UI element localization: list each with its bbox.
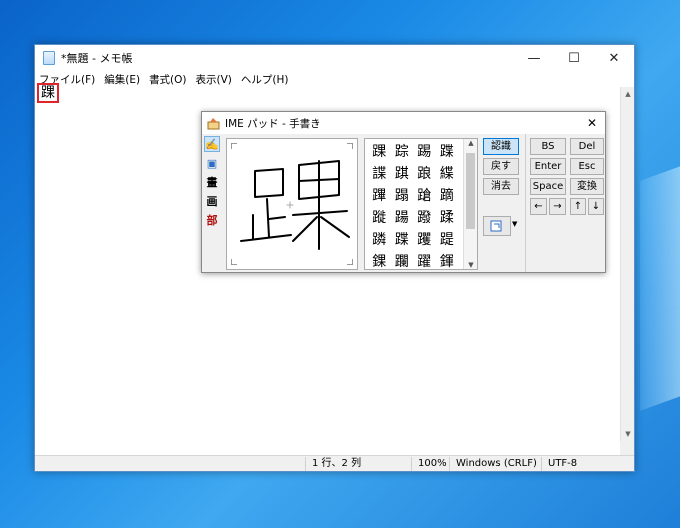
status-position: 1 行、2 列 — [305, 457, 415, 471]
ime-title-bar[interactable]: IME パッド - 手書き ✕ — [202, 112, 605, 134]
candidate-char[interactable]: 蹀 — [436, 141, 459, 163]
menu-edit[interactable]: 編集(E) — [104, 72, 140, 87]
candidate-char[interactable]: 踉 — [413, 163, 436, 185]
maximize-button[interactable]: ☐ — [554, 45, 594, 71]
candidate-char[interactable]: 蹸 — [368, 229, 391, 251]
close-button[interactable]: ✕ — [594, 45, 634, 71]
handwriting-canvas[interactable] — [226, 138, 358, 270]
desktop-light — [640, 159, 680, 321]
candidate-char[interactable]: 諜 — [368, 163, 391, 185]
down-arrow-key[interactable]: ↓ — [588, 198, 604, 215]
esc-key[interactable]: Esc — [570, 158, 604, 175]
undo-button[interactable]: 戻す — [483, 158, 519, 175]
right-arrow-key[interactable]: → — [549, 198, 566, 215]
scroll-down-icon[interactable]: ▼ — [621, 427, 635, 441]
key-panel: BS Del Enter Esc Space 変換 ← → ↑ ↓ — [525, 134, 605, 272]
enter-key[interactable]: Enter — [530, 158, 566, 175]
stroke-count-icon[interactable]: 畫 — [204, 174, 220, 190]
candidate-char[interactable]: 蹂 — [436, 207, 459, 229]
candidate-char[interactable]: 躝 — [391, 251, 414, 273]
candidate-char[interactable]: 錁 — [368, 251, 391, 273]
ime-title: IME パッド - 手書き — [225, 117, 321, 130]
bushu-icon[interactable]: 部 — [204, 212, 220, 228]
candidate-char[interactable]: 蹳 — [413, 207, 436, 229]
menu-view[interactable]: 表示(V) — [196, 72, 232, 87]
candidate-char[interactable]: 踶 — [436, 229, 459, 251]
candidate-char[interactable]: 踝 — [368, 141, 391, 163]
menu-help[interactable]: ヘルプ(H) — [241, 72, 289, 87]
candidate-char[interactable]: 蹝 — [368, 207, 391, 229]
space-key[interactable]: Space — [530, 178, 566, 195]
window-title: *無題 - メモ帳 — [61, 52, 133, 65]
menu-bar: ファイル(F) 編集(E) 書式(O) 表示(V) ヘルプ(H) — [35, 71, 634, 87]
candidate-char[interactable]: 踑 — [391, 163, 414, 185]
radical-icon[interactable]: 画 — [204, 193, 220, 209]
clear-button[interactable]: 消去 — [483, 178, 519, 195]
candidate-char[interactable]: 蹌 — [413, 185, 436, 207]
candidate-char[interactable]: 躍 — [413, 251, 436, 273]
candidate-char[interactable]: 蹋 — [391, 185, 414, 207]
ime-pad-icon — [207, 117, 220, 129]
typed-character: 踝 — [37, 83, 59, 103]
candidate-char[interactable]: 鍕 — [436, 251, 459, 273]
candidate-char[interactable]: 緤 — [436, 163, 459, 185]
menu-format[interactable]: 書式(O) — [149, 72, 186, 87]
status-encoding: UTF-8 — [541, 457, 635, 471]
notepad-icon — [43, 51, 55, 65]
left-arrow-key[interactable]: ← — [530, 198, 547, 215]
handwriting-tool-icon[interactable]: ✍ — [204, 136, 220, 152]
refresh-icon — [490, 220, 502, 232]
ime-pad-window: IME パッド - 手書き ✕ ✍ ▣ 畫 画 部 踝踪踢蹀 諜 踑 踉 緤 蹕… — [201, 111, 606, 273]
handwritten-strokes — [240, 160, 350, 250]
ime-close-button[interactable]: ✕ — [579, 116, 605, 130]
candidate-char[interactable]: 蹢 — [436, 185, 459, 207]
candidate-char[interactable]: 蹀 — [391, 229, 414, 251]
vertical-scrollbar[interactable]: ▲ ▼ — [620, 87, 634, 441]
candidate-list: 踝踪踢蹀諜踑踉緤蹕蹋蹌蹢蹝踼蹳蹂蹸蹀躩踶錁躝躍鍕 ▲ ▼ — [364, 138, 478, 270]
minimize-button[interactable]: — — [514, 45, 554, 71]
chevron-down-icon[interactable]: ▼ — [512, 220, 517, 228]
character-list-icon[interactable]: ▣ — [204, 155, 220, 171]
scroll-down-icon[interactable]: ▼ — [464, 261, 478, 269]
status-zoom: 100% — [411, 457, 451, 471]
title-bar[interactable]: *無題 - メモ帳 — ☐ ✕ — [35, 45, 634, 71]
candidate-char[interactable]: 踼 — [391, 207, 414, 229]
candidate-char[interactable]: 踢 — [413, 141, 436, 163]
candidate-char[interactable]: 躩 — [413, 229, 436, 251]
ime-toolbar: ✍ ▣ 畫 画 部 — [204, 136, 222, 231]
status-bar: 1 行、2 列 100% Windows (CRLF) UTF-8 — [35, 455, 634, 471]
scroll-thumb[interactable] — [466, 153, 475, 229]
candidate-char[interactable]: 踪 — [391, 141, 414, 163]
bs-key[interactable]: BS — [530, 138, 566, 155]
recognize-button[interactable]: 認識 — [483, 138, 519, 155]
scroll-corner — [620, 441, 634, 456]
recognize-options-button[interactable] — [483, 216, 511, 236]
scroll-up-icon[interactable]: ▲ — [621, 87, 635, 101]
status-line-ending: Windows (CRLF) — [449, 457, 541, 471]
candidate-scrollbar[interactable]: ▲ ▼ — [463, 139, 477, 269]
candidate-char[interactable]: 蹕 — [368, 185, 391, 207]
del-key[interactable]: Del — [570, 138, 604, 155]
scroll-up-icon[interactable]: ▲ — [464, 139, 478, 147]
up-arrow-key[interactable]: ↑ — [570, 198, 586, 215]
convert-key[interactable]: 変換 — [570, 178, 604, 195]
